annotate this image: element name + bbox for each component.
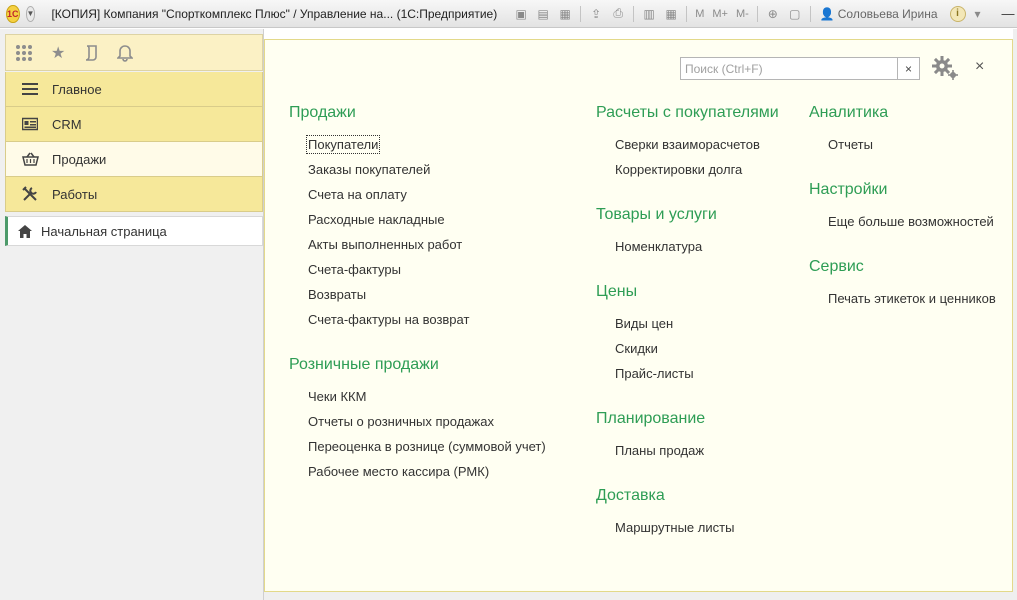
section-label: Работы <box>52 186 98 202</box>
memory-minus-button[interactable]: M- <box>733 8 752 20</box>
search-input[interactable] <box>680 57 899 80</box>
link-cashier-workplace[interactable]: Рабочее место кассира (РМК) <box>308 464 489 479</box>
apps-grid-icon[interactable] <box>15 44 33 62</box>
toolbar-divider <box>686 5 688 22</box>
quick-access-bar: ★ <box>5 34 263 71</box>
link-shipping-notes[interactable]: Расходные накладные <box>308 212 445 227</box>
link-discounts[interactable]: Скидки <box>615 341 658 356</box>
link-route-sheets[interactable]: Маршрутные листы <box>615 520 734 535</box>
link-retail-reports[interactable]: Отчеты о розничных продажах <box>308 414 494 429</box>
section-content-panel: × × Продажи Покупатели Заказы покупателе… <box>264 39 1013 592</box>
table-icon[interactable]: ▥ <box>639 4 659 24</box>
link-debt-adjustments[interactable]: Корректировки долга <box>615 162 742 177</box>
user-name: Соловьева Ирина <box>837 6 938 21</box>
titlebar-toolbar: ▣ ▤ ▦ ⇪ ⎙ ▥ ▦ M M+ M- ⊕ ▢ 👤 Соловьева Ир… <box>511 4 1017 24</box>
link-tax-invoices[interactable]: Счета-фактуры <box>308 262 401 277</box>
close-panel-button[interactable]: × <box>975 58 984 76</box>
current-user[interactable]: 👤 Соловьева Ирина <box>820 7 938 21</box>
link-print-labels[interactable]: Печать этикеток и ценников <box>828 291 996 306</box>
link-customer-orders[interactable]: Заказы покупателей <box>308 162 430 177</box>
fullscreen-icon[interactable]: ▢ <box>785 4 805 24</box>
settings-gear-icon[interactable] <box>931 55 959 81</box>
link-price-types[interactable]: Виды цен <box>615 316 673 331</box>
group-title-goods: Товары и услуги <box>596 206 717 223</box>
group-title-planning: Планирование <box>596 410 706 427</box>
section-label: Продажи <box>52 151 107 167</box>
home-icon <box>16 224 34 238</box>
history-icon[interactable] <box>83 44 99 62</box>
group-title-analytics: Аналитика <box>809 104 889 121</box>
preview-icon[interactable]: ▦ <box>555 4 575 24</box>
link-work-acts[interactable]: Акты выполненных работ <box>308 237 462 252</box>
chevron-down-icon[interactable]: ▾ <box>968 4 988 24</box>
menu-lines-icon <box>21 82 39 96</box>
main-menu-icon[interactable]: ▼ <box>25 5 36 22</box>
minimize-button[interactable]: — <box>1002 6 1015 21</box>
group-title-prices: Цены <box>596 283 638 300</box>
app-logo-icon[interactable]: 1С <box>6 4 20 23</box>
link-return-tax-invoices[interactable]: Счета-фактуры на возврат <box>308 312 469 327</box>
upload-icon[interactable]: ⇪ <box>586 4 606 24</box>
link-cash-receipts[interactable]: Чеки ККМ <box>308 389 366 404</box>
group-title-delivery: Доставка <box>596 487 665 504</box>
section-crm[interactable]: CRM <box>5 107 263 142</box>
info-icon[interactable]: i <box>949 5 966 22</box>
search-clear-button[interactable]: × <box>898 57 920 80</box>
notifications-bell-icon[interactable] <box>117 44 134 62</box>
toolbar-divider <box>633 5 635 22</box>
window-right-edge <box>1013 29 1017 600</box>
user-icon: 👤 <box>819 6 835 21</box>
section-label: Главное <box>52 81 102 97</box>
toolbar-divider <box>756 5 758 22</box>
link-reports[interactable]: Отчеты <box>828 137 873 152</box>
link-price-lists[interactable]: Прайс-листы <box>615 366 694 381</box>
calendar-icon[interactable]: ▦ <box>661 4 681 24</box>
favorites-star-icon[interactable]: ★ <box>51 43 65 63</box>
group-title-sales: Продажи <box>289 104 356 121</box>
toolbar-divider <box>580 5 582 22</box>
group-title-retail: Розничные продажи <box>289 356 439 373</box>
group-title-service: Сервис <box>809 258 864 275</box>
link-more-features[interactable]: Еще больше возможностей <box>828 214 994 229</box>
link-returns[interactable]: Возвраты <box>308 287 366 302</box>
section-sales[interactable]: Продажи <box>5 142 263 177</box>
link-invoices[interactable]: Счета на оплату <box>308 187 407 202</box>
link-retail-revaluation[interactable]: Переоценка в рознице (суммовой учет) <box>308 439 546 454</box>
section-works[interactable]: Работы <box>5 177 263 212</box>
section-label: CRM <box>52 116 82 132</box>
memory-plus-button[interactable]: M+ <box>709 8 731 20</box>
group-title-settings: Настройки <box>809 181 888 198</box>
zoom-icon[interactable]: ⊕ <box>763 4 783 24</box>
toolbar-divider <box>809 5 811 22</box>
left-panel: ★ Главное CRM Продажи Работы Начальная с… <box>0 29 264 600</box>
crm-card-icon <box>21 117 39 131</box>
search-box: × <box>680 57 920 80</box>
link-reconciliations[interactable]: Сверки взаиморасчетов <box>615 137 760 152</box>
content-bottom-edge <box>264 592 1013 600</box>
sections-panel: Главное CRM Продажи Работы <box>5 72 263 212</box>
home-page-link[interactable]: Начальная страница <box>5 216 263 246</box>
printer-icon[interactable]: ⎙ <box>608 4 628 24</box>
window-title: [КОПИЯ] Компания "Спорткомплекс Плюс" / … <box>51 6 498 21</box>
basket-icon <box>21 152 39 166</box>
link-nomenclature[interactable]: Номенклатура <box>615 239 702 254</box>
group-title-settlements: Расчеты с покупателями <box>596 104 779 121</box>
link-sales-plans[interactable]: Планы продаж <box>615 443 704 458</box>
window-controls: — ☐ ✕ <box>1002 6 1017 22</box>
save-icon[interactable]: ▣ <box>511 4 531 24</box>
window-titlebar: 1С ▼ [КОПИЯ] Компания "Спорткомплекс Плю… <box>0 0 1017 28</box>
tools-icon <box>21 186 39 202</box>
memory-button[interactable]: M <box>692 8 707 20</box>
section-main[interactable]: Главное <box>5 72 263 107</box>
link-customers[interactable]: Покупатели <box>305 135 381 154</box>
print-icon[interactable]: ▤ <box>533 4 553 24</box>
home-label: Начальная страница <box>41 223 167 239</box>
